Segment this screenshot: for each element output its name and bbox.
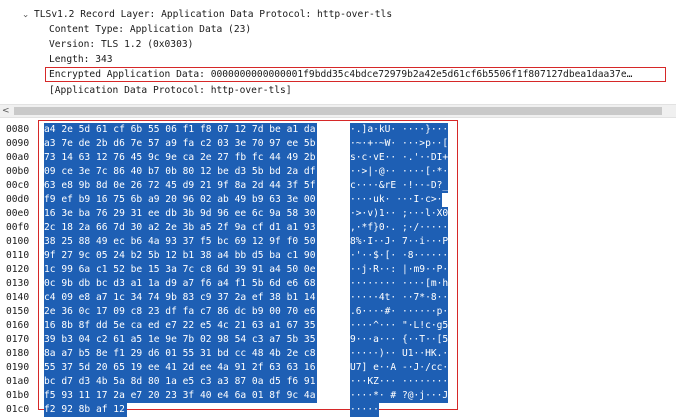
tree-item-content-type[interactable]: Content Type: Application Data (23) [49, 23, 251, 37]
byte-offset: 0170 [6, 334, 30, 345]
byte-offset: 00d0 [6, 194, 30, 205]
tree-item-encrypted-data[interactable]: Encrypted Application Data: 000000000000… [49, 68, 632, 82]
chevron-down-icon[interactable]: › [20, 11, 30, 21]
byte-offset: 00a0 [6, 152, 30, 163]
byte-hex[interactable]: 16 3e ba 76 29 31 ee db 3b 9d 96 ee 6c 9… [44, 207, 318, 221]
byte-offset: 00b0 [6, 166, 30, 177]
byte-offset: 0110 [6, 250, 30, 261]
byte-offset: 00e0 [6, 208, 30, 219]
byte-ascii[interactable]: 8%·I··J· 7··i···P [350, 235, 449, 249]
byte-ascii[interactable]: ····^··· "·L!c·g5 [350, 319, 449, 333]
byte-ascii[interactable]: ·>·v)1·· ;···l·X0 [350, 207, 449, 221]
byte-offset: 0130 [6, 278, 30, 289]
byte-offset: 0100 [6, 236, 30, 247]
byte-offset: 0120 [6, 264, 30, 275]
tree-item-app-protocol[interactable]: [Application Data Protocol: http-over-tl… [49, 84, 292, 98]
byte-ascii[interactable]: ·····4t· ··7*·8·· [350, 291, 449, 305]
tree-item-record-layer[interactable]: TLSv1.2 Record Layer: Application Data P… [34, 8, 392, 22]
byte-hex[interactable]: 2e 36 0c 17 09 c8 23 df fa c7 86 dc b9 0… [44, 305, 318, 319]
byte-offset: 0180 [6, 348, 30, 359]
byte-ascii[interactable]: ···KZ··· ········ [350, 375, 449, 389]
byte-ascii[interactable]: ··j·R··: |·m9··P· [350, 263, 449, 277]
byte-offset: 00c0 [6, 180, 30, 191]
byte-ascii[interactable]: ·'··$·[· ·8······ [350, 249, 449, 263]
byte-hex[interactable]: 16 8b 8f dd 5e ca ed e7 22 e5 4c 21 63 a… [44, 319, 318, 333]
byte-ascii[interactable]: 9···a··· {··T··[5 [350, 333, 449, 347]
scroll-thumb[interactable] [14, 107, 662, 115]
byte-ascii[interactable]: ,·*f}0·. ;·/····· [350, 221, 449, 235]
byte-hex[interactable]: f2 92 8b af 12 [44, 403, 127, 417]
byte-hex[interactable]: 09 ce 3e 7c 86 40 b7 0b 80 12 be d3 5b b… [44, 165, 318, 179]
tree-item-length[interactable]: Length: 343 [49, 53, 113, 67]
byte-ascii[interactable]: .6····#· ······p· [350, 305, 449, 319]
packet-details-tree: › TLSv1.2 Record Layer: Application Data… [0, 0, 676, 102]
scroll-left-arrow-icon[interactable]: < [2, 105, 10, 117]
byte-ascii[interactable]: ·····)·· U1··HK.· [350, 347, 449, 361]
byte-ascii[interactable]: ··>|·@·· ····[·*· [350, 165, 449, 179]
byte-ascii[interactable]: ·~·+·~W· ···>p··[ [350, 137, 449, 151]
byte-ascii[interactable]: ·.]a·kU· ····}··· [350, 123, 449, 137]
byte-offset: 0160 [6, 320, 30, 331]
byte-offset: 0090 [6, 138, 30, 149]
byte-offset: 01c0 [6, 404, 30, 415]
byte-hex[interactable]: 1c 99 6a c1 52 be 15 3a 7c c8 6d 39 91 a… [44, 263, 318, 277]
tree-item-version[interactable]: Version: TLS 1.2 (0x0303) [49, 38, 193, 52]
byte-hex[interactable]: f9 ef b9 16 75 6b a9 20 96 02 ab 49 b9 6… [44, 193, 318, 207]
byte-hex[interactable]: 2c 18 2a 66 7d 30 a2 2e 3b a5 2f 9a cf d… [44, 221, 318, 235]
byte-ascii[interactable]: ····uk· ···I·c>· [350, 193, 443, 207]
byte-hex[interactable]: 73 14 63 12 76 45 9c 9e ca 2e 27 fb fc 4… [44, 151, 318, 165]
byte-hex[interactable]: 63 e8 9b 8d 0e 26 72 45 d9 21 9f 8a 2d 4… [44, 179, 318, 193]
byte-ascii[interactable]: U7] e··A -·J·/cc· [350, 361, 449, 375]
byte-offset: 01a0 [6, 376, 30, 387]
byte-hex[interactable]: c4 09 e8 a7 1c 34 74 9b 83 c9 37 2a ef 3… [44, 291, 318, 305]
packet-bytes-pane: 0080 a4 2e 5d 61 cf 6b 55 06 f1 f8 07 12 … [0, 119, 676, 417]
byte-offset: 0190 [6, 362, 30, 373]
byte-ascii[interactable]: c····&rE ·!··-D?_ [350, 179, 449, 193]
byte-offset: 0150 [6, 306, 30, 317]
byte-ascii[interactable]: ········ ····[m·h [350, 277, 449, 291]
byte-hex[interactable]: f5 93 11 17 2a e7 20 23 3f 40 e4 6a 01 8… [44, 389, 318, 403]
byte-hex[interactable]: 9f 27 9c 05 24 b2 5b 12 b1 38 a4 bb d5 b… [44, 249, 318, 263]
byte-ascii[interactable]: ····*· # ?@·j···J [350, 389, 449, 403]
byte-hex[interactable]: 0c 9b db bc d3 a1 1a d9 a7 f6 a4 f1 5b 6… [44, 277, 318, 291]
byte-hex[interactable]: 55 37 5d 20 65 19 ee 41 2d ee 4a 91 2f 6… [44, 361, 318, 375]
byte-ascii[interactable]: ····· [350, 403, 379, 417]
byte-hex[interactable]: bc d7 d3 4b 5a 8d 80 1a e5 c3 a3 87 0a d… [44, 375, 318, 389]
byte-offset: 0080 [6, 124, 30, 135]
byte-hex[interactable]: a3 7e de 2b d6 7e 57 a9 fa c2 03 3e 70 9… [44, 137, 318, 151]
byte-ascii[interactable]: s·c·vE·· ·.'··DI+ [350, 151, 449, 165]
byte-hex[interactable]: 39 b3 04 c2 61 a5 1e 9e 7b 02 98 54 c3 a… [44, 333, 318, 347]
byte-offset: 01b0 [6, 390, 30, 401]
byte-hex[interactable]: 8a a7 b5 8e f1 29 d6 01 55 31 bd cc 48 4… [44, 347, 318, 361]
byte-hex[interactable]: a4 2e 5d 61 cf 6b 55 06 f1 f8 07 12 7d b… [44, 123, 318, 137]
byte-offset: 00f0 [6, 222, 30, 233]
byte-offset: 0140 [6, 292, 30, 303]
horizontal-scrollbar[interactable]: < [0, 104, 676, 118]
byte-hex[interactable]: 38 25 88 49 ec b6 4a 93 37 f5 bc 69 12 9… [44, 235, 318, 249]
